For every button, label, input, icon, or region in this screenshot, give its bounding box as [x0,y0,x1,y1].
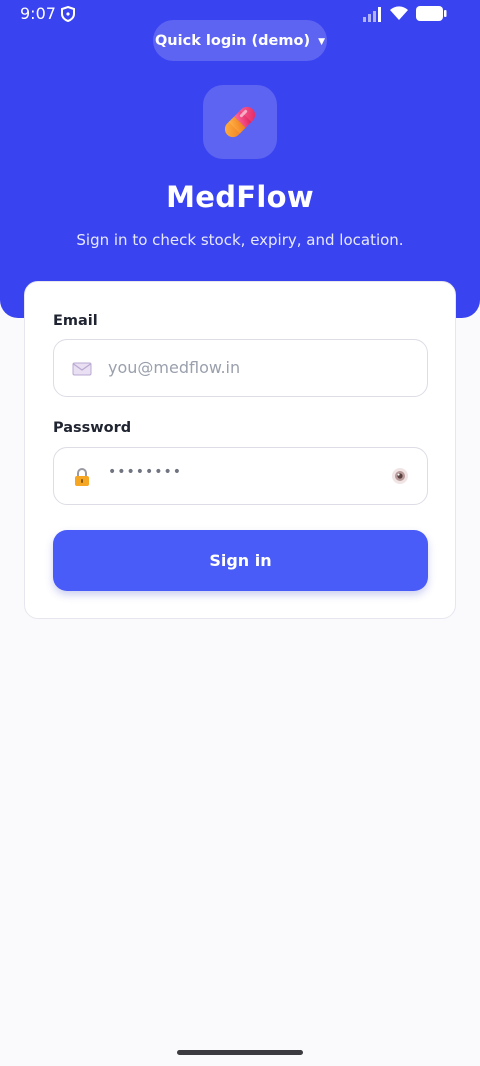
password-label: Password [53,420,132,436]
wifi-icon [390,6,408,20]
home-indicator[interactable] [177,1050,303,1055]
lock-icon [75,468,89,486]
header-banner: 9:07 Quick login (demo) ▼ MedFlow Sign i… [0,0,480,318]
email-field-container[interactable] [53,339,428,397]
envelope-icon [72,362,92,376]
app-subtitle: Sign in to check stock, expiry, and loca… [76,231,404,249]
password-field-container[interactable]: •••••••• [53,447,428,505]
pill-icon [224,106,256,138]
login-card: Email Password •••••••• Sign in [24,281,456,619]
email-label: Email [53,313,98,329]
eye-icon[interactable] [391,467,409,485]
battery-icon [416,6,447,21]
shield-icon [61,6,75,22]
password-input[interactable]: •••••••• [108,464,182,480]
quick-login-dropdown[interactable]: Quick login (demo) ▼ [153,20,327,61]
email-input[interactable] [108,340,368,395]
sign-in-button[interactable]: Sign in [53,530,428,591]
status-time: 9:07 [20,4,56,23]
app-title: MedFlow [166,180,314,214]
quick-login-label: Quick login (demo) [154,32,311,49]
caret-down-icon: ▼ [318,36,326,47]
signal-icon [363,7,381,22]
app-logo [203,85,277,159]
